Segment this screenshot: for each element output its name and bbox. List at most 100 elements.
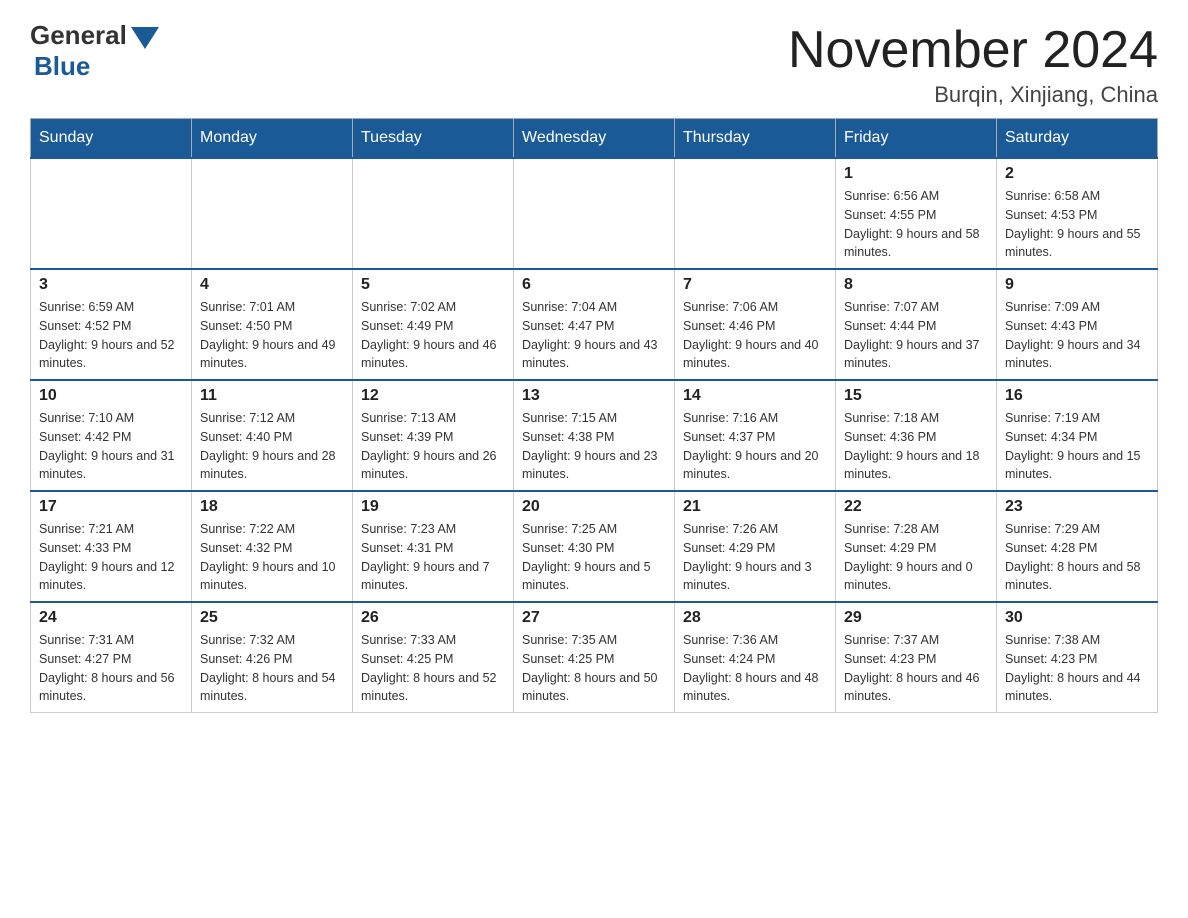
weekday-header-saturday: Saturday [997,119,1158,159]
day-info-24: Sunrise: 7:31 AMSunset: 4:27 PMDaylight:… [39,631,183,706]
day-number-2: 2 [1005,165,1149,183]
day-number-18: 18 [200,498,344,516]
empty-cell [514,158,675,269]
day-info-12: Sunrise: 7:13 AMSunset: 4:39 PMDaylight:… [361,409,505,484]
day-number-3: 3 [39,276,183,294]
day-cell-24: 24 Sunrise: 7:31 AMSunset: 4:27 PMDayligh… [31,602,192,713]
weekday-header-monday: Monday [192,119,353,159]
day-cell-25: 25 Sunrise: 7:32 AMSunset: 4:26 PMDayligh… [192,602,353,713]
day-info-3: Sunrise: 6:59 AMSunset: 4:52 PMDaylight:… [39,298,183,373]
day-number-12: 12 [361,387,505,405]
day-info-26: Sunrise: 7:33 AMSunset: 4:25 PMDaylight:… [361,631,505,706]
day-cell-27: 27Sunrise: 7:35 AMSunset: 4:25 PMDayligh… [514,602,675,713]
day-cell-13: 13Sunrise: 7:15 AMSunset: 4:38 PMDayligh… [514,380,675,491]
day-cell-7: 7 Sunrise: 7:06 AMSunset: 4:46 PMDaylight… [675,269,836,380]
day-number-11: 11 [200,387,344,405]
day-cell-21: 21Sunrise: 7:26 AMSunset: 4:29 PMDayligh… [675,491,836,602]
day-cell-20: 20 Sunrise: 7:25 AMSunset: 4:30 PMDayligh… [514,491,675,602]
logo-blue-text: Blue [34,51,90,82]
day-info-17: Sunrise: 7:21 AMSunset: 4:33 PMDaylight:… [39,520,183,595]
title-block: November 2024 Burqin, Xinjiang, China [788,20,1158,108]
weekday-header-friday: Friday [836,119,997,159]
day-info-9: Sunrise: 7:09 AMSunset: 4:43 PMDaylight:… [1005,298,1149,373]
day-number-10: 10 [39,387,183,405]
day-cell-5: 5Sunrise: 7:02 AMSunset: 4:49 PMDaylight… [353,269,514,380]
day-number-28: 28 [683,609,827,627]
day-number-6: 6 [522,276,666,294]
day-number-30: 30 [1005,609,1149,627]
day-number-29: 29 [844,609,988,627]
day-cell-29: 29 Sunrise: 7:37 AMSunset: 4:23 PMDayligh… [836,602,997,713]
day-number-8: 8 [844,276,988,294]
day-number-9: 9 [1005,276,1149,294]
empty-cell [192,158,353,269]
day-cell-8: 8 Sunrise: 7:07 AMSunset: 4:44 PMDaylight… [836,269,997,380]
day-cell-28: 28 Sunrise: 7:36 AMSunset: 4:24 PMDayligh… [675,602,836,713]
day-info-22: Sunrise: 7:28 AMSunset: 4:29 PMDaylight:… [844,520,988,595]
day-number-4: 4 [200,276,344,294]
day-number-24: 24 [39,609,183,627]
day-number-20: 20 [522,498,666,516]
week-row-1: 1Sunrise: 6:56 AMSunset: 4:55 PMDaylight… [31,158,1158,269]
day-cell-3: 3 Sunrise: 6:59 AMSunset: 4:52 PMDaylight… [31,269,192,380]
day-cell-10: 10 Sunrise: 7:10 AMSunset: 4:42 PMDayligh… [31,380,192,491]
empty-cell [31,158,192,269]
day-info-18: Sunrise: 7:22 AMSunset: 4:32 PMDaylight:… [200,520,344,595]
calendar-table: SundayMondayTuesdayWednesdayThursdayFrid… [30,118,1158,713]
day-info-27: Sunrise: 7:35 AMSunset: 4:25 PMDaylight:… [522,631,666,706]
day-info-19: Sunrise: 7:23 AMSunset: 4:31 PMDaylight:… [361,520,505,595]
day-cell-4: 4 Sunrise: 7:01 AMSunset: 4:50 PMDaylight… [192,269,353,380]
day-info-16: Sunrise: 7:19 AMSunset: 4:34 PMDaylight:… [1005,409,1149,484]
day-info-10: Sunrise: 7:10 AMSunset: 4:42 PMDaylight:… [39,409,183,484]
empty-cell [353,158,514,269]
day-info-25: Sunrise: 7:32 AMSunset: 4:26 PMDaylight:… [200,631,344,706]
day-info-20: Sunrise: 7:25 AMSunset: 4:30 PMDaylight:… [522,520,666,595]
day-info-14: Sunrise: 7:16 AMSunset: 4:37 PMDaylight:… [683,409,827,484]
day-cell-17: 17Sunrise: 7:21 AMSunset: 4:33 PMDayligh… [31,491,192,602]
day-info-7: Sunrise: 7:06 AMSunset: 4:46 PMDaylight:… [683,298,827,373]
day-cell-12: 12 Sunrise: 7:13 AMSunset: 4:39 PMDayligh… [353,380,514,491]
day-cell-22: 22Sunrise: 7:28 AMSunset: 4:29 PMDayligh… [836,491,997,602]
day-number-25: 25 [200,609,344,627]
week-row-4: 17Sunrise: 7:21 AMSunset: 4:33 PMDayligh… [31,491,1158,602]
day-info-8: Sunrise: 7:07 AMSunset: 4:44 PMDaylight:… [844,298,988,373]
day-info-6: Sunrise: 7:04 AMSunset: 4:47 PMDaylight:… [522,298,666,373]
day-number-13: 13 [522,387,666,405]
day-info-21: Sunrise: 7:26 AMSunset: 4:29 PMDaylight:… [683,520,827,595]
day-cell-19: 19 Sunrise: 7:23 AMSunset: 4:31 PMDayligh… [353,491,514,602]
day-info-30: Sunrise: 7:38 AMSunset: 4:23 PMDaylight:… [1005,631,1149,706]
day-number-7: 7 [683,276,827,294]
weekday-header-tuesday: Tuesday [353,119,514,159]
day-info-29: Sunrise: 7:37 AMSunset: 4:23 PMDaylight:… [844,631,988,706]
day-cell-16: 16 Sunrise: 7:19 AMSunset: 4:34 PMDayligh… [997,380,1158,491]
logo-general-text: General [30,20,127,51]
day-number-16: 16 [1005,387,1149,405]
day-cell-23: 23 Sunrise: 7:29 AMSunset: 4:28 PMDayligh… [997,491,1158,602]
weekday-header-wednesday: Wednesday [514,119,675,159]
week-row-3: 10 Sunrise: 7:10 AMSunset: 4:42 PMDayligh… [31,380,1158,491]
day-number-23: 23 [1005,498,1149,516]
location-text: Burqin, Xinjiang, China [788,82,1158,108]
day-cell-15: 15Sunrise: 7:18 AMSunset: 4:36 PMDayligh… [836,380,997,491]
logo: General Blue [30,20,159,82]
page-header: General Blue November 2024 Burqin, Xinji… [30,20,1158,108]
day-number-26: 26 [361,609,505,627]
day-info-23: Sunrise: 7:29 AMSunset: 4:28 PMDaylight:… [1005,520,1149,595]
day-cell-1: 1Sunrise: 6:56 AMSunset: 4:55 PMDaylight… [836,158,997,269]
day-info-28: Sunrise: 7:36 AMSunset: 4:24 PMDaylight:… [683,631,827,706]
week-row-2: 3 Sunrise: 6:59 AMSunset: 4:52 PMDaylight… [31,269,1158,380]
logo-triangle-icon [131,27,159,49]
day-number-19: 19 [361,498,505,516]
day-cell-2: 2 Sunrise: 6:58 AMSunset: 4:53 PMDaylight… [997,158,1158,269]
day-cell-6: 6 Sunrise: 7:04 AMSunset: 4:47 PMDaylight… [514,269,675,380]
week-row-5: 24 Sunrise: 7:31 AMSunset: 4:27 PMDayligh… [31,602,1158,713]
day-info-4: Sunrise: 7:01 AMSunset: 4:50 PMDaylight:… [200,298,344,373]
month-title: November 2024 [788,20,1158,80]
empty-cell [675,158,836,269]
day-number-15: 15 [844,387,988,405]
day-cell-26: 26 Sunrise: 7:33 AMSunset: 4:25 PMDayligh… [353,602,514,713]
day-info-2: Sunrise: 6:58 AMSunset: 4:53 PMDaylight:… [1005,187,1149,262]
day-cell-11: 11Sunrise: 7:12 AMSunset: 4:40 PMDayligh… [192,380,353,491]
weekday-header-row: SundayMondayTuesdayWednesdayThursdayFrid… [31,119,1158,159]
day-info-5: Sunrise: 7:02 AMSunset: 4:49 PMDaylight:… [361,298,505,373]
